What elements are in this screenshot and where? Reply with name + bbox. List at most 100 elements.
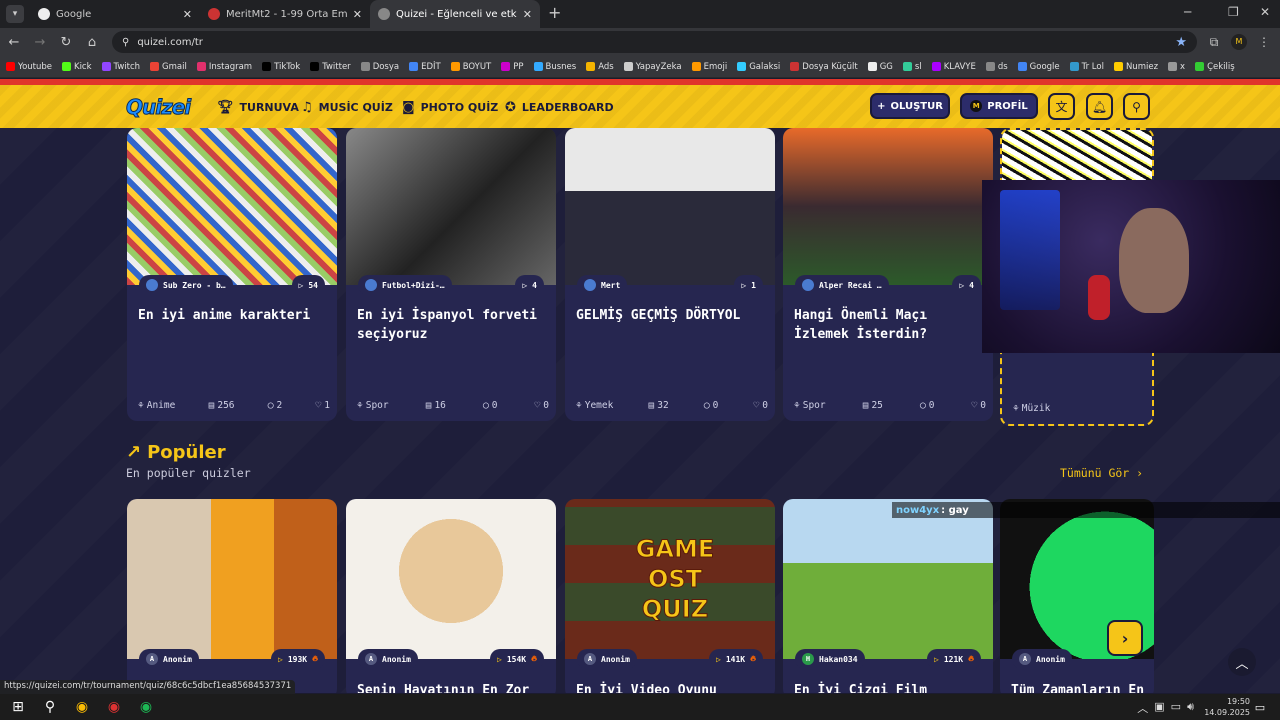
- popular-quiz-card[interactable]: A Anonim ▷ 193K 🔥︎: [127, 499, 337, 693]
- comment-count: ◯ 0: [483, 400, 497, 411]
- quiz-meta: ⚘ Anime ▤ 256 ◯ 2 ♡ 1: [138, 400, 330, 411]
- stream-chat-overlay: now4yx : gay: [892, 502, 1280, 518]
- notification-bell-icon[interactable]: 🔔︎: [1086, 93, 1113, 120]
- notifications-icon[interactable]: ▭: [1246, 701, 1274, 714]
- bookmark-item[interactable]: x: [1168, 62, 1185, 72]
- chrome-icon[interactable]: ◉: [68, 699, 96, 715]
- forward-arrow-icon[interactable]: →: [28, 35, 52, 50]
- close-tab-icon[interactable]: ✕: [353, 8, 362, 21]
- see-all-link[interactable]: Tümünü Gör ›: [1060, 466, 1143, 480]
- scroll-to-top-button[interactable]: ︿: [1228, 648, 1256, 676]
- quizei-logo[interactable]: Quizei: [125, 95, 191, 120]
- home-icon[interactable]: ⌂: [80, 35, 104, 50]
- reload-icon[interactable]: ↻: [54, 35, 78, 50]
- network-icon[interactable]: ▭: [1171, 700, 1181, 716]
- clock[interactable]: 19:50 14.09.2025: [1204, 696, 1250, 718]
- tab-search-icon[interactable]: ▾: [6, 5, 24, 23]
- bookmark-item[interactable]: Gmail: [150, 62, 187, 72]
- bookmark-item[interactable]: Galaksi: [737, 62, 780, 72]
- bookmark-item[interactable]: BOYUT: [450, 62, 491, 72]
- nav-photo-quiz[interactable]: ◙ PHOTO QUİZ: [402, 100, 498, 115]
- close-tab-icon[interactable]: ✕: [523, 8, 532, 21]
- volume-icon[interactable]: 🔊︎: [1187, 700, 1194, 716]
- quiz-card[interactable]: Mert ▷ 1 GELMİŞ GEÇMİŞ DÖRTYOL ⚘ Yemek ▤ 32 ◯ 0 ♡ 0: [565, 128, 775, 421]
- tab-meritmt2[interactable]: MeritMt2 - 1-99 Orta Emek PvP ✕: [200, 0, 370, 28]
- tab-google[interactable]: Google ✕: [30, 0, 200, 28]
- bookmark-favicon-icon: [1168, 62, 1178, 71]
- extensions-icon[interactable]: ⧉: [1203, 35, 1225, 50]
- quiz-card[interactable]: Alper Recai … ▷ 4 Hangi Önemli Maçı İzlemek…: [783, 128, 993, 421]
- back-arrow-icon[interactable]: ←: [2, 35, 26, 50]
- bookmark-item[interactable]: Numiez: [1113, 62, 1158, 72]
- restore-icon[interactable]: ❐: [1228, 5, 1239, 19]
- bookmark-item[interactable]: GG: [867, 62, 893, 72]
- heart-icon: ♡: [534, 400, 541, 411]
- bookmark-item[interactable]: EDİT: [409, 62, 441, 72]
- carousel-next-button[interactable]: ›: [1107, 620, 1143, 656]
- tray-app-icon[interactable]: ▣: [1154, 700, 1164, 716]
- bookmark-item[interactable]: Twitter: [310, 62, 351, 72]
- tab-quizei[interactable]: Quizei - Eğlenceli ve etkileşimli ✕: [370, 0, 540, 28]
- bookmark-item[interactable]: KLAVYE: [931, 62, 976, 72]
- like-count[interactable]: ♡ 0: [972, 400, 986, 411]
- play-count-badge: ▷ 121K 🔥︎: [927, 649, 981, 669]
- like-count[interactable]: ♡ 1: [316, 400, 330, 411]
- bookmark-item[interactable]: Tr Lol: [1069, 62, 1104, 72]
- bookmark-item[interactable]: Twitch: [101, 62, 140, 72]
- bookmark-item[interactable]: Busnes: [533, 62, 576, 72]
- heart-icon: ♡: [753, 400, 760, 411]
- like-count[interactable]: ♡ 0: [754, 400, 768, 411]
- bookmark-item[interactable]: Instagram: [196, 62, 252, 72]
- bookmark-item[interactable]: YapayZeka: [623, 62, 682, 72]
- quiz-card[interactable]: Futbol+Dizi-… ▷ 4 En iyi İspanyol forveti s…: [346, 128, 556, 421]
- nav-music-quiz[interactable]: ♫ MUSİC QUİZ: [301, 100, 393, 115]
- bookmark-item[interactable]: Emoji: [691, 62, 727, 72]
- bookmark-item[interactable]: Ads: [586, 62, 614, 72]
- windows-start-icon[interactable]: ⊞: [4, 699, 32, 715]
- bookmark-favicon-icon: [691, 62, 701, 71]
- play-count-badge: ▷ 154K 🔥︎: [490, 649, 544, 669]
- bookmark-item[interactable]: Çekiliş: [1195, 62, 1235, 72]
- search-icon[interactable]: ⚲: [1123, 93, 1150, 120]
- popular-quiz-card[interactable]: A Anonim ▷ 154K 🔥︎ Senin Hayatının En Zor: [346, 499, 556, 693]
- meritmt2-favicon-icon: [208, 8, 220, 20]
- popular-quiz-card[interactable]: A Anonim Tüm Zamanların En: [1000, 499, 1154, 693]
- bookmark-favicon-icon: [450, 62, 460, 71]
- bookmark-item[interactable]: PP: [501, 62, 524, 72]
- nav-leaderboard[interactable]: ✪ LEADERBOARD: [505, 100, 614, 115]
- bookmark-item[interactable]: Dosya Küçült: [790, 62, 858, 72]
- close-tab-icon[interactable]: ✕: [183, 8, 192, 21]
- like-count-value: 1: [324, 400, 330, 411]
- bookmark-item[interactable]: Kick: [62, 62, 92, 72]
- taskbar-search-icon[interactable]: ⚲: [36, 699, 64, 715]
- bookmark-favicon-icon: [6, 62, 15, 71]
- popular-quiz-card[interactable]: GAME OST QUIZ A Anonim ▷ 141K 🔥︎ En İyi Video …: [565, 499, 775, 693]
- author-badge: A Anonim: [1012, 649, 1072, 669]
- profile-avatar-icon[interactable]: M: [1231, 34, 1247, 50]
- profile-button[interactable]: M PROFİL: [960, 93, 1038, 119]
- minimize-icon[interactable]: ─: [1184, 5, 1191, 19]
- bookmark-item[interactable]: Dosya: [360, 62, 399, 72]
- bookmark-item[interactable]: TikTok: [262, 62, 300, 72]
- bookmark-item[interactable]: Youtube: [6, 62, 52, 72]
- tray-chevron-icon[interactable]: ︿: [1137, 700, 1148, 716]
- kebab-menu-icon[interactable]: ⋮: [1253, 35, 1275, 49]
- popular-quiz-card[interactable]: H Hakan034 ▷ 121K 🔥︎ En İyi Çizgi Film: [783, 499, 993, 693]
- site-info-icon[interactable]: ⚲: [122, 37, 129, 48]
- url-bar[interactable]: ⚲ quizei.com/tr ★: [112, 31, 1197, 53]
- create-button[interactable]: + OLUŞTUR: [870, 93, 950, 119]
- nav-label: TURNUVA: [239, 101, 299, 114]
- bookmark-item[interactable]: Google: [1017, 62, 1060, 72]
- app-red-icon[interactable]: ◉: [100, 699, 128, 715]
- language-icon[interactable]: 文: [1048, 93, 1075, 120]
- bookmark-item[interactable]: sl: [902, 62, 922, 72]
- new-tab-plus-icon[interactable]: +: [548, 3, 561, 22]
- quiz-card[interactable]: Sub Zero - b… ▷ 54 En iyi anime karakteri ⚘ A…: [127, 128, 337, 421]
- spotify-icon[interactable]: ◉: [132, 699, 160, 715]
- fire-icon: 🔥︎: [531, 654, 537, 663]
- like-count[interactable]: ♡ 0: [535, 400, 549, 411]
- bookmark-item[interactable]: ds: [985, 62, 1008, 72]
- nav-turnuva[interactable]: 🏆︎ TURNUVA: [217, 100, 299, 115]
- bookmark-star-icon[interactable]: ★: [1175, 35, 1187, 50]
- window-close-icon[interactable]: ✕: [1260, 5, 1270, 19]
